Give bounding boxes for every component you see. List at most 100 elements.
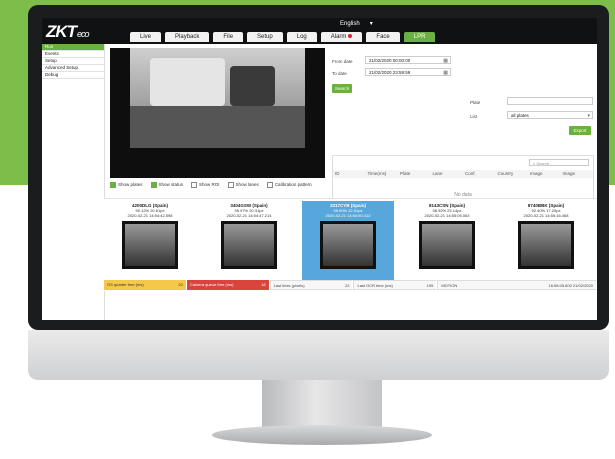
column-header-lane[interactable]: Lane: [431, 170, 464, 178]
list-label: List: [470, 114, 478, 119]
thumb-timestamp: 2020-02-21 14:55:16.468: [523, 213, 569, 218]
status-motion: MOTION 16:58:05.600 21/02/2020: [437, 280, 597, 290]
tab-file[interactable]: File: [213, 32, 244, 42]
search-button[interactable]: Search: [332, 84, 352, 93]
app-screen: ZKTeco English ▾ Live Playback File Setup…: [42, 18, 597, 320]
checkbox-icon: [227, 182, 234, 188]
status-bar: OS quarter free (ms) 20 Camera queue fre…: [104, 280, 597, 290]
column-header-time[interactable]: Time(ms): [366, 170, 399, 178]
thumb-image: [122, 221, 178, 269]
export-button[interactable]: Export: [569, 126, 591, 135]
thumb-image: [221, 221, 277, 269]
status-label: Last OCR time (ms): [357, 283, 393, 288]
column-header-conf[interactable]: Conf.: [463, 170, 496, 178]
checkbox-icon: [191, 182, 198, 188]
sidebar-item-events[interactable]: Events: [42, 51, 104, 58]
check-label: Calibration pattern: [274, 182, 312, 188]
monitor-stand-base: [212, 425, 432, 445]
live-video-view[interactable]: [110, 48, 325, 178]
monitor-chin: [28, 330, 609, 380]
status-value: 16:58:05.600 21/02/2020: [548, 283, 593, 288]
column-header-image-2[interactable]: Image: [561, 170, 594, 178]
sidebar-item-debug[interactable]: Debug: [42, 72, 104, 79]
to-date-field[interactable]: 21/02/2020 23:59:59 ▦: [365, 68, 451, 76]
language-label: English: [340, 21, 360, 27]
recognition-thumbnails: 4200DLG (Spain) 90.12% 20.61px 2020-02-2…: [104, 198, 597, 291]
from-date-label: From date: [332, 59, 353, 64]
list-select-value: all plates: [511, 113, 529, 118]
check-show-lanes[interactable]: Show lanes: [227, 182, 259, 188]
tab-lpr[interactable]: LPR: [403, 32, 436, 42]
thumb-image: [320, 221, 376, 269]
video-road: [130, 106, 305, 148]
checkbox-icon: [266, 182, 273, 188]
plate-thumbnail[interactable]: 3404GSW (Spain) 95.97% 20.31px 2020-02-2…: [203, 201, 295, 287]
status-label: Camera queue free (ms): [189, 282, 234, 287]
sidebar: Run Events Setup Advanced Setup Debug: [42, 44, 105, 320]
status-value: 22: [345, 283, 350, 288]
overlay-options: Show plates Show status Show ROI Show la…: [110, 182, 312, 188]
sidebar-item-run[interactable]: Run: [42, 44, 104, 51]
logo-text: ZKT: [46, 22, 77, 41]
table-search-input[interactable]: ⌕ Search...: [529, 159, 589, 166]
video-vehicle-car: [230, 66, 275, 106]
plate-label: Plate: [470, 100, 481, 105]
table-search-placeholder: Search...: [536, 161, 553, 166]
status-value: 20: [178, 282, 183, 287]
thumb-image: [419, 221, 475, 269]
brand-logo: ZKTeco: [46, 22, 90, 42]
status-label: MOTION: [441, 283, 458, 288]
column-header-id[interactable]: ID: [333, 170, 366, 178]
chevron-down-icon: ▾: [587, 113, 590, 119]
status-camera-queue: Camera queue free (ms) 18: [186, 280, 270, 290]
calendar-icon: ▦: [443, 58, 448, 64]
tab-log[interactable]: Log: [286, 32, 317, 42]
top-bar: ZKTeco English ▾ Live Playback File Setup…: [42, 18, 597, 44]
main-nav: Live Playback File Setup Log Alarm Face …: [130, 32, 436, 42]
tab-playback[interactable]: Playback: [165, 32, 210, 42]
thumb-timestamp: 2020-02-21 14:54:50.412: [325, 213, 371, 218]
thumb-timestamp: 2020-02-21 14:54:42.598: [127, 213, 173, 218]
tab-alarm[interactable]: Alarm: [320, 32, 363, 42]
plate-input[interactable]: [507, 97, 593, 105]
status-last-lines: Last lines (pixels) 22: [269, 280, 354, 290]
plate-thumbnail[interactable]: 8143CSN (Spain) 98.92% 23.14px 2020-02-2…: [401, 201, 493, 287]
thumb-timestamp: 2020-02-21 14:54:47.214: [226, 213, 272, 218]
language-select[interactable]: English ▾: [340, 20, 380, 27]
to-date-label: To date: [332, 71, 347, 76]
calendar-icon: ▦: [443, 70, 448, 76]
list-select[interactable]: all plates ▾: [507, 111, 593, 119]
sidebar-item-setup[interactable]: Setup: [42, 58, 104, 65]
check-calibration-pattern[interactable]: Calibration pattern: [266, 182, 312, 188]
check-label: Show ROI: [199, 182, 220, 188]
column-header-plate[interactable]: Plate: [398, 170, 431, 178]
status-value: 18: [261, 282, 266, 287]
search-icon: ⌕: [533, 161, 536, 166]
plate-thumbnail[interactable]: 8740BBK (Spain) 92.40% 17.20px 2020-02-2…: [500, 201, 592, 287]
check-show-plates[interactable]: Show plates: [110, 182, 143, 188]
column-header-country[interactable]: Country: [496, 170, 529, 178]
logo-suffix: eco: [77, 29, 89, 39]
tab-live[interactable]: Live: [130, 32, 162, 42]
status-ocr-time: Last OCR time (ms) 195: [353, 280, 438, 290]
tab-alarm-label: Alarm: [330, 34, 347, 40]
sidebar-item-advanced-setup[interactable]: Advanced Setup: [42, 65, 104, 72]
checkbox-icon: [110, 182, 116, 188]
check-show-status[interactable]: Show status: [150, 182, 184, 188]
check-show-roi[interactable]: Show ROI: [191, 182, 220, 188]
column-header-image[interactable]: Image: [528, 170, 561, 178]
checkbox-icon: [150, 182, 157, 188]
chevron-down-icon: ▾: [369, 21, 373, 27]
thumb-image: [518, 221, 574, 269]
tab-setup[interactable]: Setup: [247, 32, 283, 42]
check-label: Show plates: [118, 182, 143, 188]
from-date-field[interactable]: 21/02/2020 00:00:00 ▦: [365, 56, 451, 64]
check-label: Show status: [158, 182, 184, 188]
plate-thumbnail[interactable]: 4200DLG (Spain) 90.12% 20.61px 2020-02-2…: [104, 201, 196, 287]
tab-face[interactable]: Face: [366, 32, 400, 42]
status-os-queue: OS quarter free (ms) 20: [104, 280, 187, 290]
from-date-value: 21/02/2020 00:00:00: [369, 58, 411, 63]
check-label: Show lanes: [235, 182, 259, 188]
video-vehicle-van: [150, 58, 225, 106]
plate-thumbnail-selected[interactable]: 3317CYB (Spain) 99.90% 22.51px 2020-02-2…: [302, 201, 394, 287]
